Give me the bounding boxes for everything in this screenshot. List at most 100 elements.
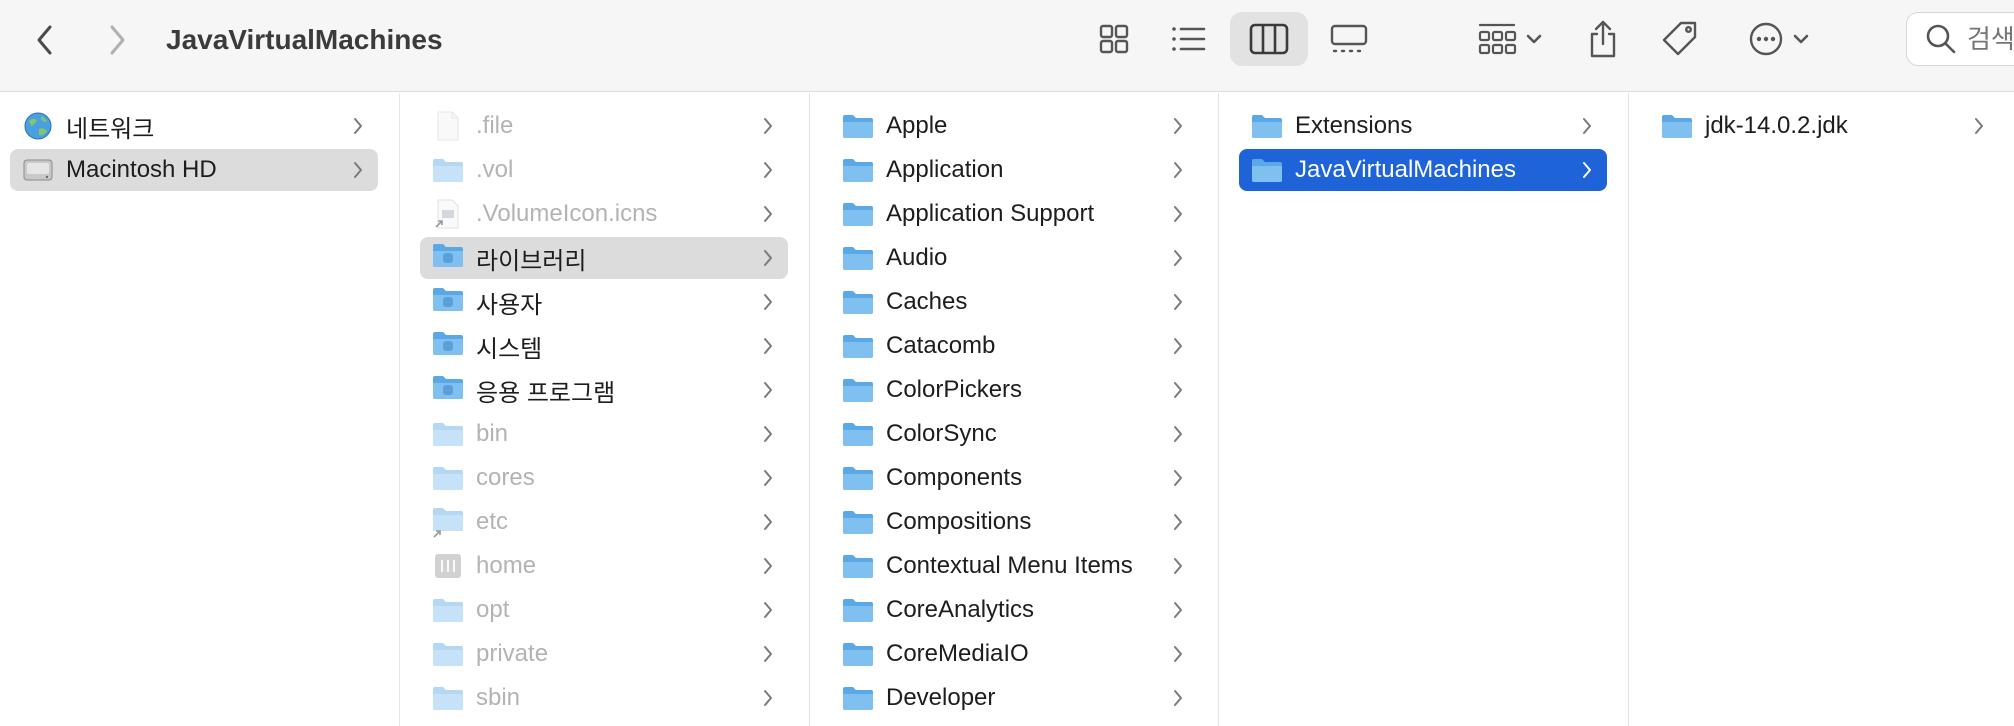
folder-icon	[843, 555, 873, 578]
list-item[interactable]: home	[420, 545, 788, 587]
folder-icon	[433, 467, 463, 490]
group-by-button[interactable]	[1470, 14, 1550, 64]
list-item[interactable]: Compositions	[830, 501, 1198, 543]
disclosure-chevron	[762, 687, 774, 715]
item-label: Application	[886, 156, 1004, 183]
item-icon	[432, 640, 464, 668]
search-field[interactable]	[1906, 12, 2014, 66]
chevron-down-icon	[1526, 34, 1542, 44]
folder-icon	[843, 379, 873, 402]
folder-icon	[843, 291, 873, 314]
item-label: Macintosh HD	[66, 156, 217, 183]
disclosure-chevron	[1172, 379, 1184, 407]
list-item[interactable]: 시스템	[420, 325, 788, 367]
chevron-right-icon	[764, 690, 772, 706]
chevron-right-icon	[1174, 558, 1182, 574]
list-item[interactable]: Catacomb	[830, 325, 1198, 367]
disclosure-chevron	[1172, 203, 1184, 231]
item-label: .file	[476, 112, 514, 139]
list-icon	[1172, 27, 1206, 51]
chevron-right-icon	[764, 206, 772, 222]
list-item[interactable]: 네트워크	[10, 105, 378, 147]
disclosure-chevron	[762, 467, 774, 495]
chevron-right-icon	[764, 514, 772, 530]
list-item[interactable]: Macintosh HD	[10, 149, 378, 191]
list-item[interactable]: bin	[420, 413, 788, 455]
list-item[interactable]: ColorPickers	[830, 369, 1198, 411]
column-java: Extensions JavaVirtualMachines	[1219, 93, 1629, 726]
list-item[interactable]: 사용자	[420, 281, 788, 323]
list-item[interactable]: private	[420, 633, 788, 675]
item-icon	[432, 243, 464, 272]
item-label: 시스템	[476, 335, 543, 363]
list-item[interactable]: Components	[830, 457, 1198, 499]
forward-button[interactable]	[94, 18, 140, 62]
search-input[interactable]	[1967, 23, 2014, 55]
ellipsis-circle-icon	[1749, 22, 1783, 56]
window-title: JavaVirtualMachines	[166, 24, 443, 55]
chevron-right-icon	[1583, 162, 1591, 178]
disclosure-chevron	[762, 203, 774, 231]
list-view-button[interactable]	[1164, 14, 1212, 64]
disclosure-chevron	[1172, 555, 1184, 583]
item-label: 사용자	[476, 291, 543, 319]
item-icon	[432, 684, 464, 712]
item-icon	[432, 420, 464, 448]
item-icon	[842, 112, 874, 140]
item-icon	[22, 156, 54, 184]
chevron-right-icon	[1174, 514, 1182, 530]
chevron-right-icon	[764, 338, 772, 354]
list-item[interactable]: etc	[420, 501, 788, 543]
item-label: ColorPickers	[886, 376, 1023, 403]
disclosure-chevron	[762, 511, 774, 539]
folder-icon	[843, 335, 873, 358]
chevron-right-icon	[1174, 426, 1182, 442]
list-item[interactable]: Contextual Menu Items	[830, 545, 1198, 587]
list-item[interactable]: jdk-14.0.2.jdk	[1649, 105, 1999, 147]
item-icon	[842, 200, 874, 228]
icon-view-button[interactable]	[1090, 14, 1138, 64]
item-label: .VolumeIcon.icns	[476, 200, 658, 227]
chevron-right-icon	[1975, 118, 1983, 134]
item-label: Compositions	[886, 508, 1032, 535]
list-item[interactable]: Extensions	[1239, 105, 1607, 147]
list-item[interactable]: Application	[830, 149, 1198, 191]
item-icon	[842, 376, 874, 404]
list-item[interactable]: Developer	[830, 677, 1198, 719]
column-view-button[interactable]	[1230, 12, 1308, 66]
item-label: opt	[476, 596, 510, 623]
more-actions-button[interactable]	[1738, 14, 1820, 64]
folder-icon	[843, 511, 873, 534]
list-item[interactable]: .vol	[420, 149, 788, 191]
list-item[interactable]: CoreAnalytics	[830, 589, 1198, 631]
item-label: sbin	[476, 684, 521, 711]
list-item[interactable]: JavaVirtualMachines	[1239, 149, 1607, 191]
gallery-view-button[interactable]	[1322, 14, 1376, 64]
back-button[interactable]	[22, 18, 68, 62]
list-item[interactable]: .file	[420, 105, 788, 147]
list-item[interactable]: Application Support	[830, 193, 1198, 235]
list-item[interactable]: opt	[420, 589, 788, 631]
tag-button[interactable]	[1656, 14, 1706, 64]
list-item[interactable]: 응용 프로그램	[420, 369, 788, 411]
list-item[interactable]: 라이브러리	[420, 237, 788, 279]
chevron-right-icon	[1174, 118, 1182, 134]
item-label: Audio	[886, 244, 948, 271]
chevron-right-icon	[1174, 294, 1182, 310]
share-button[interactable]	[1580, 12, 1626, 66]
list-item[interactable]: sbin	[420, 677, 788, 719]
item-label: ColorSync	[886, 420, 997, 447]
disclosure-chevron	[1172, 291, 1184, 319]
list-item[interactable]: cores	[420, 457, 788, 499]
list-item[interactable]: CoreMediaIO	[830, 633, 1198, 675]
disclosure-chevron	[1172, 159, 1184, 187]
folder-icon	[843, 467, 873, 490]
chevron-right-icon	[1174, 690, 1182, 706]
chevron-right-icon	[1174, 338, 1182, 354]
list-item[interactable]: ColorSync	[830, 413, 1198, 455]
list-item[interactable]: Audio	[830, 237, 1198, 279]
list-item[interactable]: Apple	[830, 105, 1198, 147]
folder-icon	[433, 687, 463, 710]
list-item[interactable]: .VolumeIcon.icns	[420, 193, 788, 235]
list-item[interactable]: Caches	[830, 281, 1198, 323]
